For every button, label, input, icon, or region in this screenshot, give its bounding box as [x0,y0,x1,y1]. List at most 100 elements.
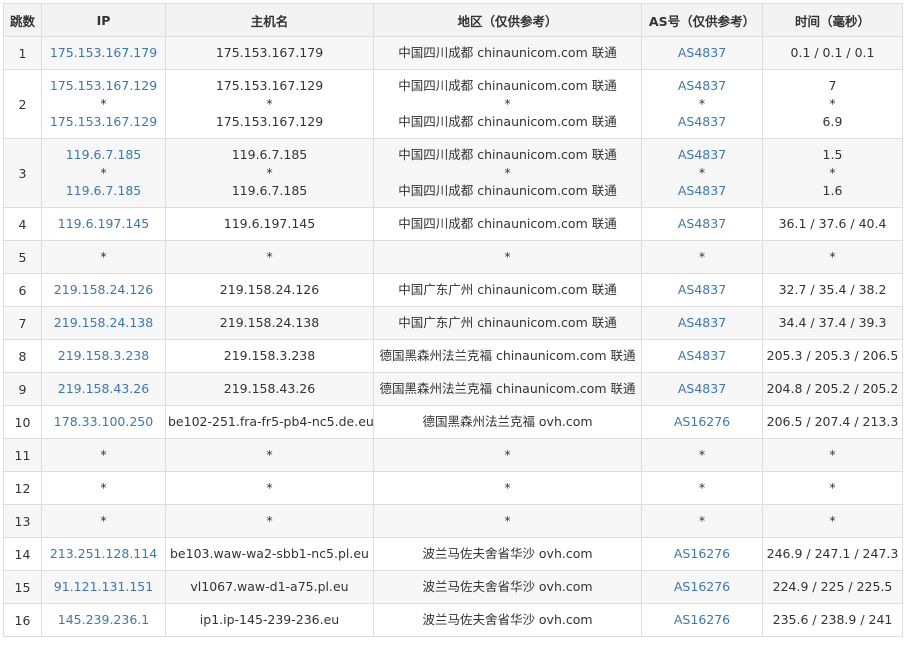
ip-link[interactable]: 145.239.236.1 [44,611,163,629]
region-cell: 中国广东广州 chinaunicom.com 联通 [373,273,642,307]
column-header-hostname: 主机名 [165,3,374,37]
time-cell: 36.1 / 37.6 / 40.4 [762,207,903,241]
time-text: 36.1 / 37.6 / 40.4 [778,216,887,231]
ip-cell: 91.121.131.151 [41,570,166,604]
ip-link[interactable]: 175.153.167.179 [44,44,163,62]
as-number-link[interactable]: AS16276 [644,578,760,596]
ip-cell: 145.239.236.1 [41,603,166,637]
region-cell: 德国黑森州法兰克福 chinaunicom.com 联通 [373,372,642,406]
region-cell: 波兰马佐夫舍省华沙 ovh.com [373,603,642,637]
hostname-text: * [266,96,273,111]
hop-cell: 12 [3,471,42,505]
ip-link[interactable]: 178.33.100.250 [44,413,163,431]
ip-link[interactable]: 219.158.43.26 [44,380,163,398]
ip-link[interactable]: 219.158.3.238 [44,347,163,365]
hostname-text: * [266,480,273,495]
ip-cell: * [41,438,166,472]
time-cell: * [762,504,903,538]
ip-link[interactable]: 119.6.7.185 [44,182,163,200]
region-text: * [504,165,511,180]
hostname-cell: 219.158.43.26 [165,372,374,406]
as-number-cell: AS4837 [641,339,763,373]
as-number-text: * [698,165,706,180]
region-text: 中国四川成都 chinaunicom.com 联通 [398,45,617,60]
as-number-cell: * [641,438,763,472]
time-text: 1.6 [822,183,843,198]
ip-link[interactable]: 91.121.131.151 [44,578,163,596]
time-text: 6.9 [822,114,843,129]
hop-cell: 14 [3,537,42,571]
as-number-cell: * [641,240,763,274]
ip-link[interactable]: 213.251.128.114 [44,545,163,563]
as-number-link[interactable]: AS4837 [644,44,760,62]
ip-link[interactable]: 219.158.24.138 [44,314,163,332]
ip-link[interactable]: 175.153.167.129 [44,113,163,131]
hop-cell: 16 [3,603,42,637]
as-number-link[interactable]: AS4837 [644,380,760,398]
as-number-link[interactable]: AS4837 [644,215,760,233]
time-text: * [829,480,836,495]
time-cell: 7 * 6.9 [762,69,903,139]
table-row: 1 175.153.167.179 175.153.167.179 中国四川成都 ch… [3,36,903,70]
region-text: 中国广东广州 chinaunicom.com 联通 [398,282,617,297]
region-cell: * [373,504,642,538]
hostname-text: * [266,165,273,180]
table-header-row: 跳数 IP 主机名 地区（仅供参考） AS号（仅供参考） 时间（毫秒） [3,3,903,37]
region-text: 德国黑森州法兰克福 chinaunicom.com 联通 [379,348,636,363]
as-number-cell: AS4837 [641,306,763,340]
time-text: 1.5 [822,147,843,162]
region-text: 中国四川成都 chinaunicom.com 联通 [398,183,617,198]
as-number-link[interactable]: AS4837 [644,347,760,365]
region-text: 中国四川成都 chinaunicom.com 联通 [398,114,617,129]
as-number-link[interactable]: AS4837 [644,314,760,332]
as-number-link[interactable]: AS4837 [644,281,760,299]
column-header-ip: IP [41,3,166,37]
ip-link[interactable]: 119.6.197.145 [44,215,163,233]
table-row: 15 91.121.131.151 vl1067.waw-d1-a75.pl.eu 波… [3,570,903,604]
hostname-text: 119.6.7.185 [231,147,308,162]
hostname-text: be102-251.fra-fr5-pb4-nc5.de.eu [168,414,374,429]
hostname-cell: 219.158.3.238 [165,339,374,373]
ip-link[interactable]: 175.153.167.129 [44,77,163,95]
hostname-cell: 219.158.24.126 [165,273,374,307]
as-number-link[interactable]: AS4837 [644,146,760,164]
time-text: 205.3 / 205.3 / 206.5 [766,348,899,363]
time-text: * [829,96,836,111]
region-cell: * [373,438,642,472]
hostname-text: 119.6.197.145 [223,216,316,231]
hop-cell: 1 [3,36,42,70]
ip-link[interactable]: 119.6.7.185 [44,146,163,164]
table-row: 14 213.251.128.114 be103.waw-wa2-sbb1-nc5.… [3,537,903,571]
as-number-link[interactable]: AS16276 [644,545,760,563]
time-cell: 246.9 / 247.1 / 247.3 [762,537,903,571]
time-text: 206.5 / 207.4 / 213.3 [766,414,899,429]
time-text: 246.9 / 247.1 / 247.3 [766,546,899,561]
hostname-cell: 175.153.167.129 * 175.153.167.129 [165,69,374,139]
ip-cell: 213.251.128.114 [41,537,166,571]
as-number-link[interactable]: AS16276 [644,413,760,431]
region-text: * [504,480,511,495]
hostname-cell: * [165,438,374,472]
table-row: 6 219.158.24.126 219.158.24.126 中国广东广州 chin… [3,273,903,307]
region-cell: 中国四川成都 chinaunicom.com 联通 [373,36,642,70]
as-number-link[interactable]: AS4837 [644,113,760,131]
hostname-text: 219.158.24.138 [219,315,320,330]
region-text: 波兰马佐夫舍省华沙 ovh.com [422,612,593,627]
table-row: 16 145.239.236.1 ip1.ip-145-239-236.eu 波兰马佐… [3,603,903,637]
time-text: 32.7 / 35.4 / 38.2 [778,282,887,297]
hostname-text: * [266,513,273,528]
region-text: * [504,249,511,264]
as-number-cell: AS4837 * AS4837 [641,69,763,139]
region-cell: 中国四川成都 chinaunicom.com 联通 [373,207,642,241]
ip-link[interactable]: 219.158.24.126 [44,281,163,299]
hostname-cell: 119.6.7.185 * 119.6.7.185 [165,138,374,208]
as-number-text: * [698,96,706,111]
region-text: 波兰马佐夫舍省华沙 ovh.com [422,546,593,561]
table-row: 7 219.158.24.138 219.158.24.138 中国广东广州 chin… [3,306,903,340]
time-cell: * [762,471,903,505]
as-number-link[interactable]: AS4837 [644,182,760,200]
as-number-link[interactable]: AS16276 [644,611,760,629]
table-row: 4 119.6.197.145 119.6.197.145 中国四川成都 chinau… [3,207,903,241]
as-number-cell: AS4837 [641,372,763,406]
as-number-link[interactable]: AS4837 [644,77,760,95]
